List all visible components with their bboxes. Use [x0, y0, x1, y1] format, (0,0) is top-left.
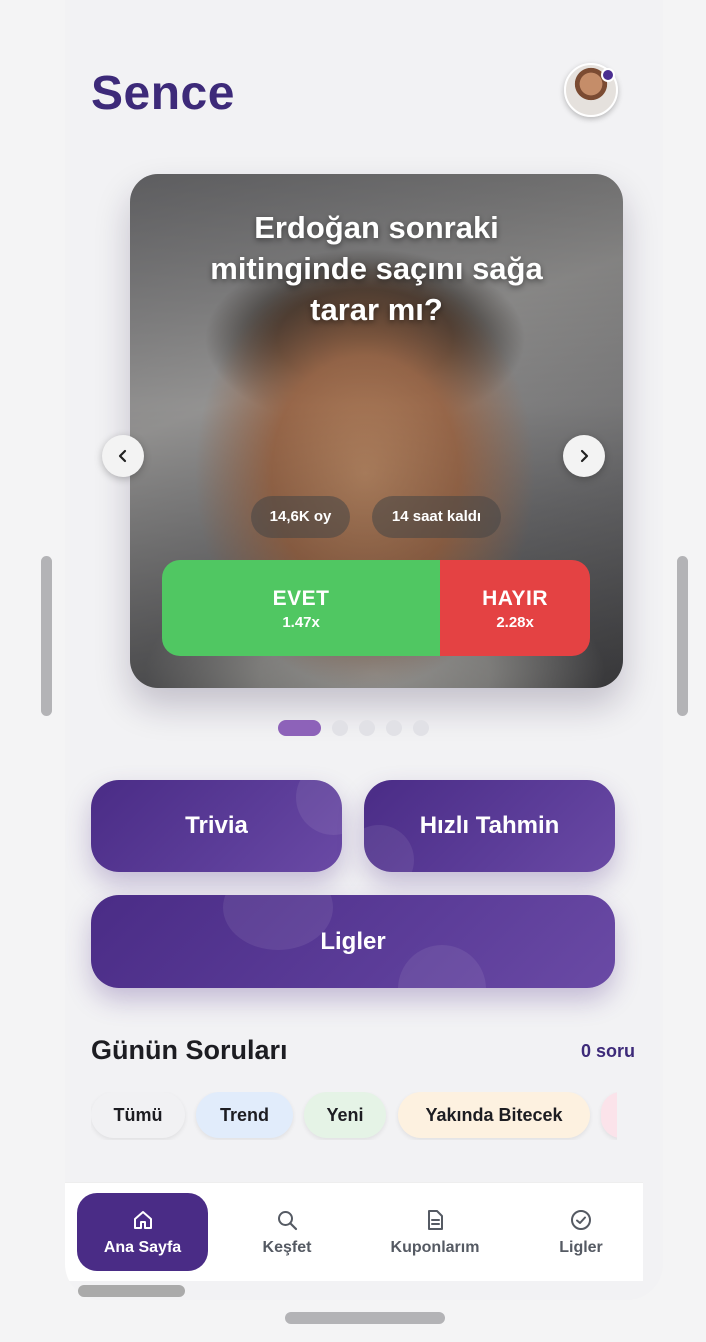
decorative-bubble [398, 945, 486, 988]
quick-guess-label: Hızlı Tahmin [419, 812, 560, 839]
carousel-prev-button[interactable] [102, 435, 144, 477]
notification-dot [601, 68, 615, 82]
nav-leagues-label: Ligler [559, 1239, 603, 1256]
decorative-bubble [364, 825, 414, 872]
device-side-button-left [41, 556, 52, 716]
carousel-dot[interactable] [332, 720, 348, 736]
document-icon [422, 1207, 448, 1233]
vote-bar: EVET 1.47x HAYIR 2.28x [162, 560, 590, 656]
question-card[interactable]: Erdoğan sonraki mitinginde saçını sağa t… [130, 174, 623, 688]
phone-screen: Sence Erdoğan sonraki mitinginde saçını … [65, 0, 663, 1300]
quick-guess-button[interactable]: Hızlı Tahmin [364, 780, 615, 872]
home-icon [130, 1207, 156, 1233]
carousel-dot[interactable] [278, 720, 321, 736]
nav-explore-label: Keşfet [262, 1239, 312, 1256]
carousel-dot[interactable] [386, 720, 402, 736]
yes-label: EVET [272, 587, 330, 610]
filter-chips: Tümü Trend Yeni Yakında Bitecek [91, 1092, 617, 1140]
carousel-dots [278, 720, 429, 736]
nav-coupons[interactable]: Kuponlarım [379, 1193, 491, 1271]
app-title: Sence [91, 67, 235, 120]
section-title: Günün Soruları [91, 1035, 288, 1065]
bottom-nav: Ana Sayfa Keşfet Kuponlarım Ligler [65, 1182, 643, 1281]
decorative-bubble [223, 895, 333, 950]
chevron-right-icon [580, 449, 589, 463]
filter-chip-new[interactable]: Yeni [304, 1092, 386, 1138]
leagues-label: Ligler [320, 927, 386, 955]
nav-home-label: Ana Sayfa [103, 1239, 182, 1256]
avatar[interactable] [564, 63, 618, 117]
decorative-bubble [296, 780, 342, 835]
filter-chip-all[interactable]: Tümü [91, 1092, 185, 1138]
carousel-next-button[interactable] [563, 435, 605, 477]
device-side-button-right [677, 556, 688, 716]
leagues-button[interactable]: Ligler [91, 895, 615, 988]
yes-odds: 1.47x [282, 614, 320, 631]
time-left-badge: 14 saat kaldı [372, 496, 501, 538]
nav-coupons-label: Kuponlarım [390, 1239, 480, 1256]
carousel-dot[interactable] [413, 720, 429, 736]
check-badge-icon [568, 1207, 594, 1233]
nav-explore[interactable]: Keşfet [235, 1193, 339, 1271]
question-text: Erdoğan sonraki mitinginde saçını sağa t… [210, 210, 543, 328]
filter-chip-trend[interactable]: Trend [196, 1092, 293, 1138]
search-icon [274, 1207, 300, 1233]
filter-chip-more[interactable] [601, 1092, 617, 1138]
filter-chip-ending-soon[interactable]: Yakında Bitecek [398, 1092, 590, 1138]
nav-leagues[interactable]: Ligler [537, 1193, 625, 1271]
votes-badge: 14,6K oy [251, 496, 350, 538]
trivia-label: Trivia [185, 812, 248, 839]
horizontal-scrollbar[interactable] [78, 1285, 185, 1297]
no-odds: 2.28x [496, 614, 534, 631]
nav-home[interactable]: Ana Sayfa [77, 1193, 208, 1271]
home-indicator [285, 1312, 445, 1324]
no-button[interactable]: HAYIR 2.28x [440, 560, 590, 656]
no-label: HAYIR [482, 587, 549, 610]
chevron-left-icon [118, 449, 127, 463]
question-count: 0 soru [580, 1041, 635, 1061]
trivia-button[interactable]: Trivia [91, 780, 342, 872]
yes-button[interactable]: EVET 1.47x [162, 560, 441, 656]
carousel-dot[interactable] [359, 720, 375, 736]
